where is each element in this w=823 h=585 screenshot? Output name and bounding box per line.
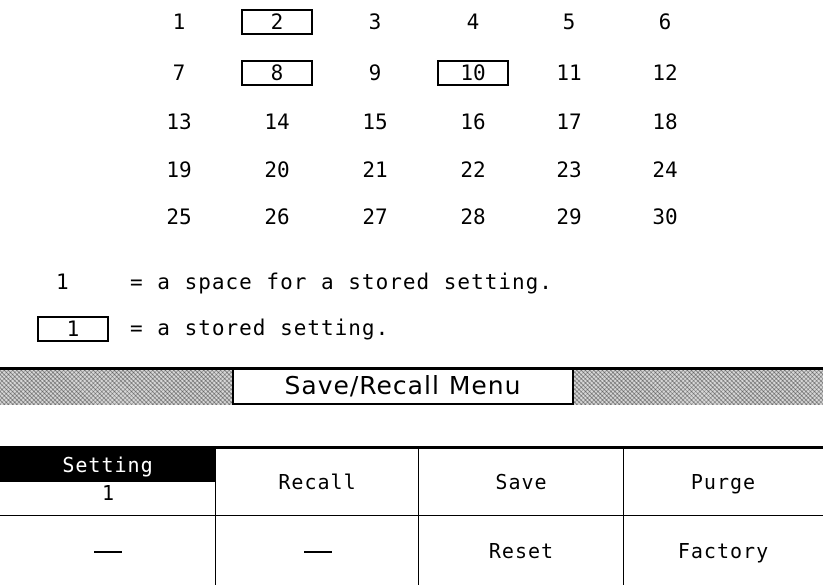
register-cell-empty: 26 — [264, 205, 290, 229]
register-grid: 1 2 3 4 5 6 7 8 9 10 11 12 13 14 15 16 17 18 19 20 21 22 23 24 2… — [0, 0, 823, 240]
register-cell-empty: 15 — [362, 110, 388, 134]
register-cell-empty: 28 — [460, 205, 486, 229]
setting-label: Setting — [0, 449, 216, 482]
register-cell-empty: 1 — [172, 10, 186, 34]
legend-space-symbol: 1 — [56, 270, 70, 294]
register-cell-empty: 23 — [556, 158, 582, 182]
purge-softkey[interactable]: Purge — [624, 449, 823, 516]
register-cell-empty: 18 — [652, 110, 678, 134]
register-cell-stored: 8 — [241, 60, 313, 86]
save-label: Save — [495, 470, 548, 494]
legend-space-text: = a space for a stored setting. — [130, 270, 553, 294]
register-cell-empty: 25 — [166, 205, 192, 229]
reset-softkey[interactable]: Reset — [419, 516, 624, 585]
register-cell-empty: 7 — [172, 61, 186, 85]
setting-softkey[interactable]: Setting 1 — [0, 449, 216, 516]
recall-label: Recall — [278, 470, 357, 494]
divider — [623, 449, 624, 585]
register-cell-empty: 17 — [556, 110, 582, 134]
register-cell-empty: 21 — [362, 158, 388, 182]
dash-icon — [94, 551, 122, 553]
register-cell-empty: 27 — [362, 205, 388, 229]
register-cell-empty: 4 — [466, 10, 480, 34]
register-cell-empty: 14 — [264, 110, 290, 134]
blank-softkey-1[interactable] — [0, 516, 216, 585]
register-cell-stored: 2 — [241, 9, 313, 35]
register-cell-empty: 24 — [652, 158, 678, 182]
purge-label: Purge — [690, 470, 757, 494]
setting-value: 1 — [101, 481, 115, 505]
reset-label: Reset — [488, 538, 555, 563]
divider — [215, 449, 216, 585]
legend-stored-text: = a stored setting. — [130, 316, 390, 340]
register-cell-empty: 29 — [556, 205, 582, 229]
register-cell-empty: 9 — [368, 61, 382, 85]
recall-softkey[interactable]: Recall — [216, 449, 419, 516]
menu-title: Save/Recall Menu — [232, 367, 574, 405]
register-cell-empty: 20 — [264, 158, 290, 182]
register-cell-empty: 19 — [166, 158, 192, 182]
register-cell-empty: 30 — [652, 205, 678, 229]
register-cell-empty: 6 — [658, 10, 672, 34]
softkey-panel: Setting 1 Recall Save Purge Reset Factor… — [0, 446, 823, 585]
register-cell-stored: 10 — [437, 60, 509, 86]
factory-softkey[interactable]: Factory — [624, 516, 823, 585]
register-cell-empty: 12 — [652, 61, 678, 85]
legend-stored-symbol: 1 — [37, 316, 109, 342]
register-cell-empty: 22 — [460, 158, 486, 182]
factory-label: Factory — [677, 538, 770, 563]
save-softkey[interactable]: Save — [419, 449, 624, 516]
register-cell-empty: 3 — [368, 10, 382, 34]
divider — [418, 449, 419, 585]
register-cell-empty: 11 — [556, 61, 582, 85]
register-cell-empty: 13 — [166, 110, 192, 134]
dash-icon — [303, 551, 332, 553]
register-cell-empty: 16 — [460, 110, 486, 134]
blank-softkey-2[interactable] — [216, 516, 419, 585]
register-cell-empty: 5 — [562, 10, 576, 34]
